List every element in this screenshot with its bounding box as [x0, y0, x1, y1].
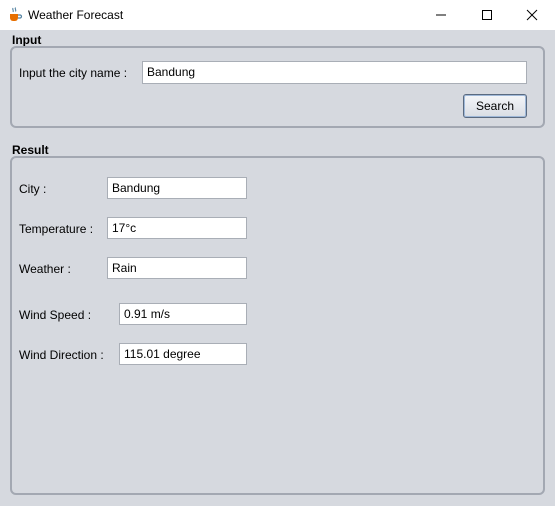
app-window: Weather Forecast Input Input the city na…	[0, 0, 555, 506]
search-button[interactable]: Search	[463, 94, 527, 118]
minimize-icon	[436, 14, 446, 16]
result-city-label: City :	[19, 182, 47, 196]
weather-label: Weather :	[19, 262, 71, 276]
wind-speed-label: Wind Speed :	[19, 308, 92, 322]
maximize-icon	[482, 10, 492, 20]
result-section-label: Result	[12, 143, 49, 157]
wind-direction-label: Wind Direction :	[19, 348, 104, 362]
result-city-field[interactable]: Bandung	[107, 177, 247, 199]
maximize-button[interactable]	[464, 0, 510, 30]
city-name-label: Input the city name :	[19, 66, 128, 80]
close-button[interactable]	[509, 0, 555, 30]
weather-field[interactable]: Rain	[107, 257, 247, 279]
wind-direction-field[interactable]: 115.01 degree	[119, 343, 247, 365]
close-icon	[526, 9, 538, 21]
wind-speed-field[interactable]: 0.91 m/s	[119, 303, 247, 325]
window-title: Weather Forecast	[28, 8, 124, 22]
input-section-label: Input	[12, 33, 42, 47]
result-group	[10, 156, 545, 495]
minimize-button[interactable]	[418, 0, 464, 30]
temperature-label: Temperature :	[19, 222, 94, 236]
title-bar[interactable]: Weather Forecast	[0, 0, 555, 30]
city-name-input[interactable]: Bandung	[142, 61, 527, 84]
java-coffee-icon	[7, 6, 23, 22]
temperature-field[interactable]: 17°c	[107, 217, 247, 239]
